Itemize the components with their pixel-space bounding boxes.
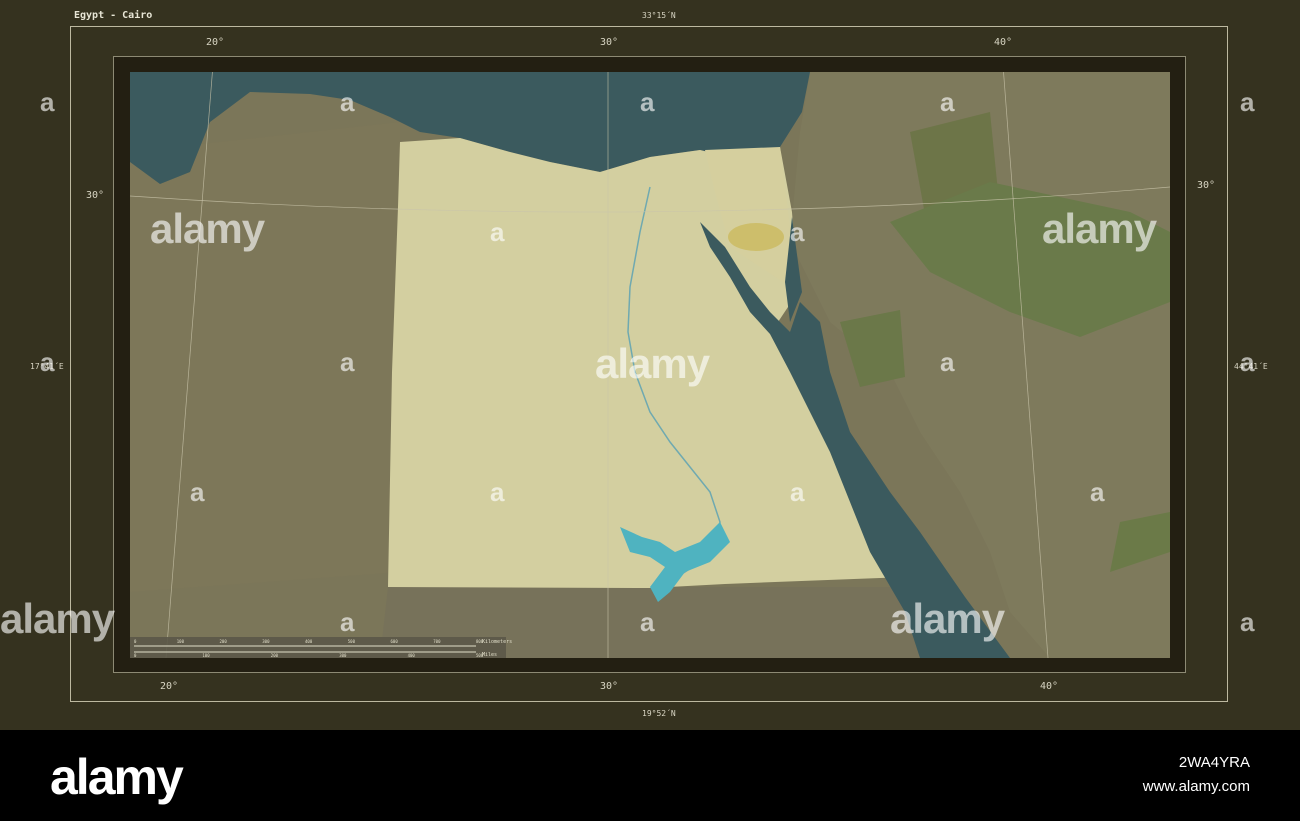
watermark-letter: a xyxy=(340,347,355,377)
watermark-letter: a xyxy=(940,347,955,377)
watermark-letter: a xyxy=(490,217,505,247)
scale-tick-label-mi: 400 xyxy=(408,653,416,658)
latitude-label-left: 30° xyxy=(86,190,105,201)
libya xyxy=(130,122,400,592)
watermark-letter: a xyxy=(1240,347,1255,377)
watermark: alamy xyxy=(150,205,265,252)
site-url: www.alamy.com xyxy=(1142,778,1250,795)
bottom-center-coordinate: 19°52´N xyxy=(642,709,676,718)
scale-tick-label-mi: 200 xyxy=(271,653,279,658)
map-title: Egypt - Cairo xyxy=(74,10,153,21)
longitude-label-top: 30° xyxy=(600,37,619,48)
watermark-letter: a xyxy=(640,87,655,117)
watermark-letter: a xyxy=(190,477,205,507)
footer-band xyxy=(0,730,1300,821)
watermark-letter: a xyxy=(1090,477,1105,507)
longitude-label-bottom: 20° xyxy=(160,681,179,692)
scale-tick-label-km: 100 xyxy=(177,639,185,644)
longitude-label-top: 20° xyxy=(206,37,225,48)
watermark-letter: a xyxy=(40,347,55,377)
watermark-letter: a xyxy=(40,87,55,117)
scale-bar xyxy=(130,637,506,658)
watermark-letter: a xyxy=(340,607,355,637)
longitude-label-top: 40° xyxy=(994,37,1013,48)
scale-tick-label-km: 400 xyxy=(305,639,313,644)
scale-tick-label-km: 200 xyxy=(220,639,228,644)
scale-tick-label-km: 800 xyxy=(476,639,484,644)
watermark: alamy xyxy=(890,595,1005,642)
map-page: Egypt - Cairo 33°15´N 19°52´N 17°41´E 44… xyxy=(0,0,1300,821)
watermark-letter: a xyxy=(490,477,505,507)
scale-tick-label-mi: 500 xyxy=(476,653,484,658)
watermark-letter: a xyxy=(340,87,355,117)
alamy-logo: alamy xyxy=(50,749,184,805)
watermark-letter: a xyxy=(1240,607,1255,637)
longitude-label-bottom: 40° xyxy=(1040,681,1059,692)
watermark-letter: a xyxy=(790,217,805,247)
image-id: 2WA4YRA xyxy=(1178,754,1250,771)
watermark-letter: a xyxy=(790,477,805,507)
desert-highlight xyxy=(728,223,784,251)
top-center-coordinate: 33°15´N xyxy=(642,11,676,20)
watermark-letter: a xyxy=(640,607,655,637)
longitude-label-bottom: 30° xyxy=(600,681,619,692)
scale-tick-label-mi: 300 xyxy=(339,653,347,658)
scale-units-km: Kilometers xyxy=(482,639,512,645)
watermark: alamy xyxy=(1042,205,1157,252)
scale-units-mi: Miles xyxy=(482,652,497,658)
scale-tick-label-km: 600 xyxy=(391,639,399,644)
scale-tick-label-km: 300 xyxy=(262,639,270,644)
latitude-label-right: 30° xyxy=(1197,180,1216,191)
scale-tick-label-km: 500 xyxy=(348,639,356,644)
watermark-letter: a xyxy=(1240,87,1255,117)
scale-tick-label-mi: 100 xyxy=(202,653,210,658)
scale-tick-label-km: 700 xyxy=(433,639,441,644)
watermark: alamy xyxy=(595,340,710,387)
watermark-letter: a xyxy=(940,87,955,117)
watermark: alamy xyxy=(0,595,115,642)
